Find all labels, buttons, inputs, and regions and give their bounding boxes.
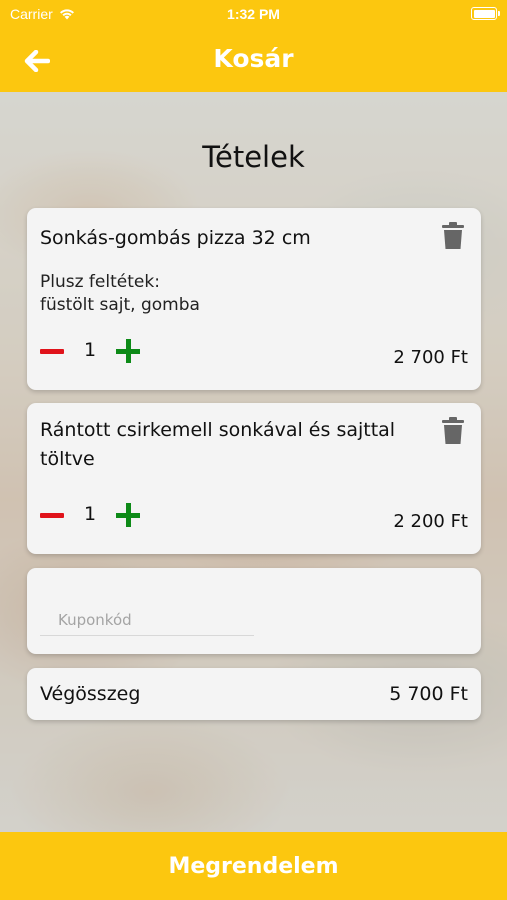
status-bar: Carrier 1:32 PM bbox=[0, 0, 507, 28]
delete-button[interactable] bbox=[441, 417, 465, 445]
total-label: Végösszeg bbox=[40, 683, 141, 705]
trash-icon bbox=[442, 417, 464, 444]
decrease-quantity-button[interactable] bbox=[40, 349, 64, 354]
item-name: Sonkás-gombás pizza 32 cm bbox=[40, 227, 311, 249]
nav-bar: Kosár bbox=[0, 28, 507, 92]
order-button[interactable]: Megrendelem bbox=[0, 832, 507, 900]
coupon-input[interactable] bbox=[40, 604, 254, 636]
increase-quantity-button[interactable] bbox=[116, 339, 140, 363]
cart-item: Sonkás-gombás pizza 32 cm Plusz feltétek… bbox=[27, 208, 481, 390]
page-title: Kosár bbox=[213, 44, 294, 73]
section-title: Tételek bbox=[202, 140, 305, 174]
item-price: 2 200 Ft bbox=[393, 511, 468, 532]
decrease-quantity-button[interactable] bbox=[40, 513, 64, 518]
coupon-card bbox=[27, 568, 481, 654]
quantity-value: 1 bbox=[84, 503, 97, 525]
trash-icon bbox=[442, 222, 464, 249]
total-card: Végösszeg 5 700 Ft bbox=[27, 668, 481, 720]
item-price: 2 700 Ft bbox=[393, 347, 468, 368]
extras-label: Plusz feltétek: bbox=[40, 272, 160, 292]
increase-quantity-button[interactable] bbox=[116, 503, 140, 527]
cart-item: Rántott csirkemell sonkával és sajttal t… bbox=[27, 403, 481, 554]
battery-icon bbox=[471, 7, 500, 20]
delete-button[interactable] bbox=[441, 222, 465, 250]
status-time: 1:32 PM bbox=[227, 6, 280, 22]
extras-list: füstölt sajt, gomba bbox=[40, 295, 200, 315]
quantity-value: 1 bbox=[84, 339, 97, 361]
item-name: Rántott csirkemell sonkával és sajttal t… bbox=[40, 419, 396, 470]
total-value: 5 700 Ft bbox=[389, 683, 468, 705]
